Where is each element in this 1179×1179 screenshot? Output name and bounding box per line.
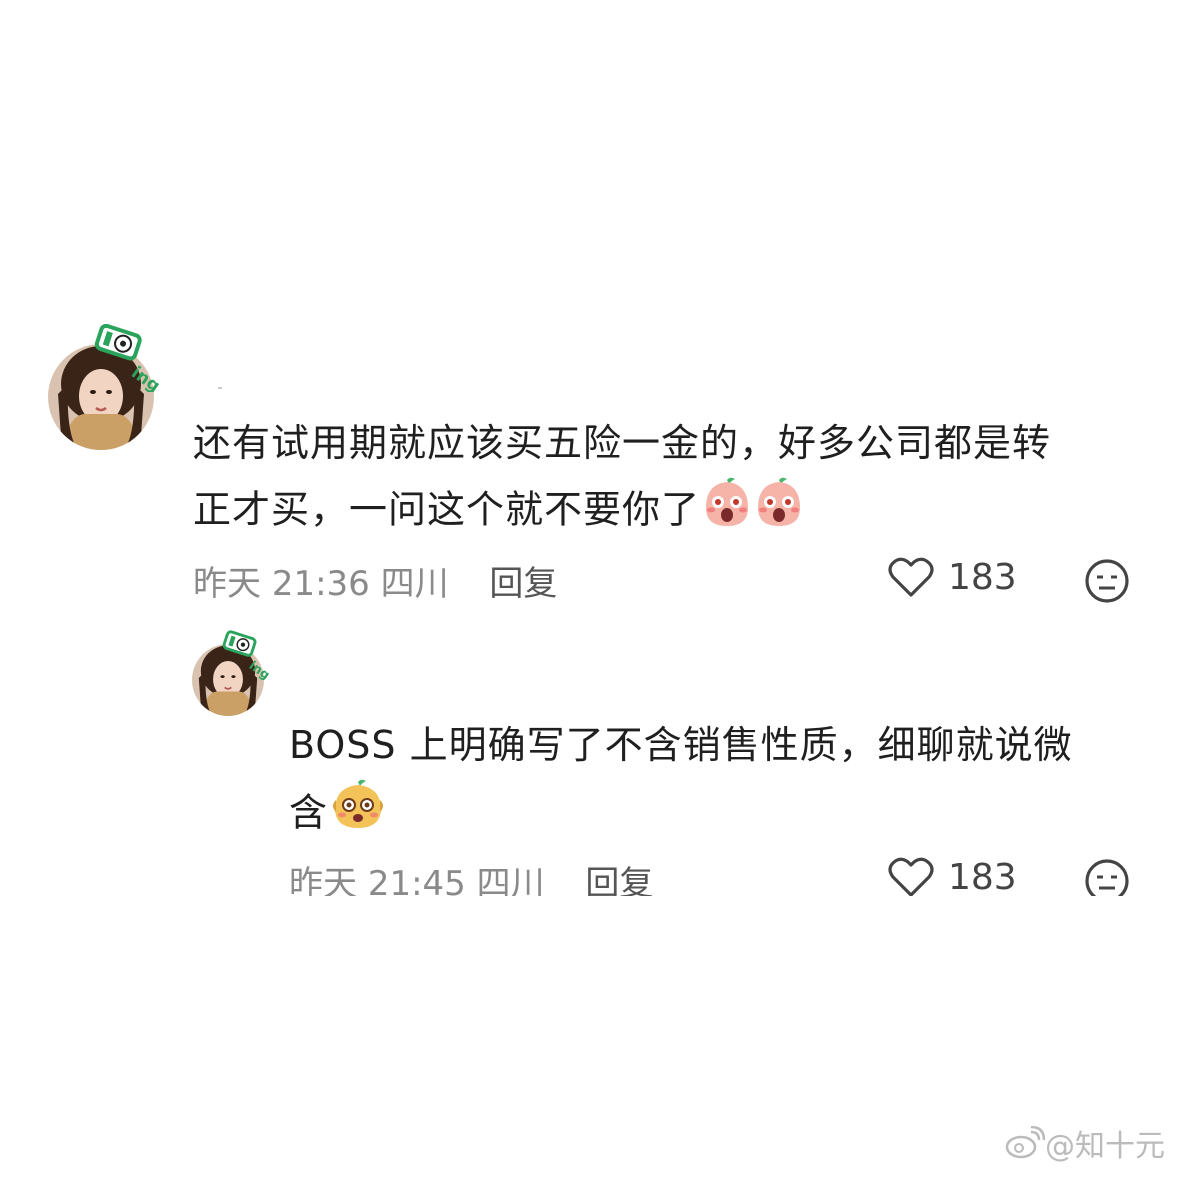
like-button[interactable]: 183 (888, 856, 1017, 896)
heart-icon (888, 857, 934, 896)
comment-text-line-2: 正才买，一问这个就不要你了 (193, 476, 1153, 548)
comment-1: ing 还有试用期就应该买五险一金的，好多公司都是转 正才买，一问这个就不要你了 (0, 0, 1179, 620)
comment-2: ing BOSS 上明确写了不含销售性质，细聊就说微 含 昨天 21:45 四川… (0, 620, 1179, 896)
heart-icon (888, 557, 934, 597)
badge-label: ing (247, 658, 273, 680)
ing-badge: ing (94, 323, 166, 397)
comment-time: 21:36 (271, 564, 370, 604)
like-count: 183 (948, 556, 1017, 598)
weibo-logo-icon (1005, 1126, 1045, 1159)
surprised-peach-emoji (754, 476, 804, 548)
comment-date: 昨天 (193, 564, 261, 604)
comment-meta: 昨天 21:45 四川 回复 (289, 856, 653, 896)
comment-text: BOSS 上明确写了不含销售性质，细聊就说微 含 (289, 712, 1149, 852)
commenter-avatar[interactable]: ing (48, 323, 168, 454)
reply-button[interactable]: 回复 (585, 864, 653, 896)
comment-text: 还有试用期就应该买五险一金的，好多公司都是转 正才买，一问这个就不要你了 (193, 410, 1153, 548)
dislike-button[interactable] (1084, 558, 1130, 608)
commenter-avatar[interactable]: ing (192, 630, 278, 724)
comment-text-line-1: BOSS 上明确写了不含销售性质，细聊就说微 (289, 723, 1073, 767)
shocked-dog-emoji (330, 778, 386, 852)
comment-location: 四川 (476, 864, 545, 896)
meh-face-icon (1085, 859, 1129, 896)
comment-text-line-2: 含 (289, 778, 1149, 852)
comment-meta: 昨天 21:36 四川 回复 (193, 556, 557, 605)
surprised-peach-emoji (702, 476, 752, 548)
comment-time: 21:45 (367, 864, 466, 896)
meh-face-icon (1085, 559, 1129, 603)
decorative-dot (218, 387, 222, 389)
watermark-text: @知十元 (1045, 1129, 1165, 1164)
badge-label: ing (127, 363, 163, 392)
ing-badge: ing (222, 630, 274, 684)
dislike-button[interactable] (1084, 858, 1130, 896)
watermark: @知十元 (1005, 1121, 1165, 1165)
comment-text-line-1: 还有试用期就应该买五险一金的，好多公司都是转 (193, 421, 1052, 465)
like-count: 183 (948, 856, 1017, 897)
reply-button[interactable]: 回复 (489, 564, 557, 604)
comment-date: 昨天 (289, 864, 357, 896)
like-button[interactable]: 183 (888, 556, 1017, 598)
comment-location: 四川 (380, 564, 449, 604)
